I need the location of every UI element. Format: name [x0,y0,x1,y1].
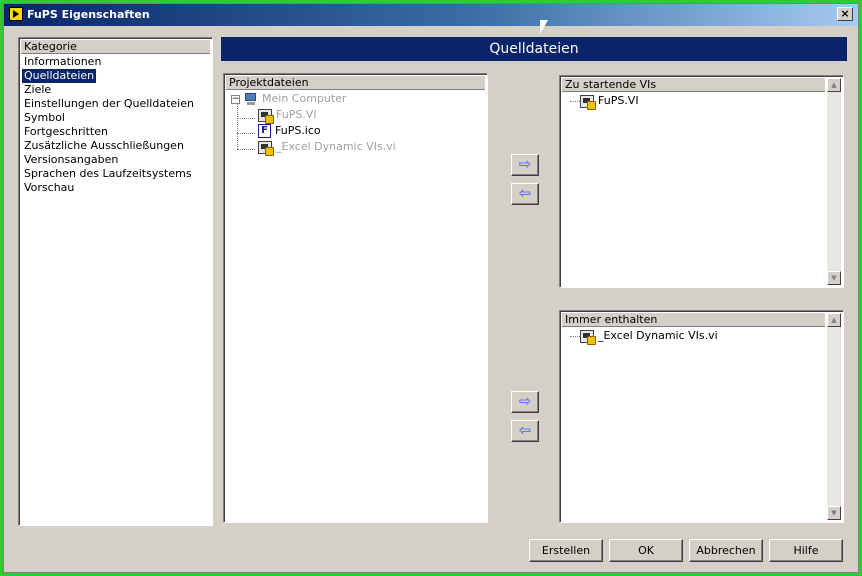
always-included-label: _Excel Dynamic VIs.vi [598,329,718,342]
category-item-quelldateien[interactable]: Quelldateien [22,69,97,83]
always-included-scrollbar[interactable]: ▲ ▼ [827,313,841,520]
tree-item-excel-dynamic-vis[interactable]: _Excel Dynamic VIs.vi [258,139,396,156]
add-to-always-included-button[interactable]: ⇨ [511,391,539,413]
labview-app-icon [9,7,23,21]
add-to-startup-button[interactable]: ⇨ [511,154,539,176]
startup-vi-label: FuPS.VI [598,94,639,107]
always-included-item[interactable]: _Excel Dynamic VIs.vi [580,328,718,345]
vi-icon [580,94,596,110]
tree-item-label: FuPS.ico [275,124,321,137]
category-item-ausschliessungen[interactable]: Zusätzliche Ausschließungen [22,139,186,153]
project-files-tree[interactable]: Projektdateien − Mein Computer FuPS.VI F… [223,73,488,523]
mouse-cursor-icon [540,20,548,34]
ok-button[interactable]: OK [609,539,683,562]
scroll-up-button[interactable]: ▲ [827,313,841,327]
vi-icon [580,329,596,345]
title-bar[interactable]: FuPS Eigenschaften × [4,4,858,26]
tree-connector [237,118,255,119]
section-title: Quelldateien [221,37,847,61]
properties-dialog: FuPS Eigenschaften × Kategorie Informati… [3,3,859,573]
scroll-down-button[interactable]: ▼ [827,271,841,285]
startup-vis-header: Zu startende VIs [562,78,825,92]
category-item-ziele[interactable]: Ziele [22,83,53,97]
always-included-list[interactable]: Immer enthalten _Excel Dynamic VIs.vi ▲ … [559,310,844,523]
tree-connector [570,101,580,102]
tree-connector [570,336,580,337]
help-button[interactable]: Hilfe [769,539,843,562]
close-button[interactable]: × [837,7,853,21]
tree-item-fups-vi[interactable]: FuPS.VI [258,107,317,124]
category-list[interactable]: Kategorie Informationen Quelldateien Zie… [18,37,213,526]
computer-icon [244,92,258,106]
vi-icon [258,140,274,156]
category-item-vorschau[interactable]: Vorschau [22,181,76,195]
tree-connector [237,103,238,149]
category-item-informationen[interactable]: Informationen [22,55,103,69]
tree-item-label: FuPS.VI [276,108,317,121]
tree-item-mein-computer[interactable]: Mein Computer [244,91,346,107]
category-item-einstellungen[interactable]: Einstellungen der Quelldateien [22,97,196,111]
tree-connector [237,149,255,150]
tree-item-label: Mein Computer [262,92,347,105]
file-f-icon: F [258,124,271,138]
category-item-versionsangaben[interactable]: Versionsangaben [22,153,120,167]
project-files-header: Projektdateien [226,76,485,90]
scroll-down-button[interactable]: ▼ [827,506,841,520]
cancel-button[interactable]: Abbrechen [689,539,763,562]
startup-vi-item[interactable]: FuPS.VI [580,93,639,110]
remove-from-always-included-button[interactable]: ⇦ [511,420,539,442]
remove-from-startup-button[interactable]: ⇦ [511,183,539,205]
category-item-symbol[interactable]: Symbol [22,111,67,125]
category-item-sprachen[interactable]: Sprachen des Laufzeitsystems [22,167,194,181]
category-header: Kategorie [21,40,210,54]
tree-item-label: _Excel Dynamic VIs.vi [276,140,396,153]
always-included-header: Immer enthalten [562,313,825,327]
category-item-fortgeschritten[interactable]: Fortgeschritten [22,125,110,139]
scroll-up-button[interactable]: ▲ [827,78,841,92]
window-title: FuPS Eigenschaften [27,8,150,21]
startup-vis-list[interactable]: Zu startende VIs FuPS.VI ▲ ▼ [559,75,844,288]
tree-collapse-toggle[interactable]: − [231,95,240,104]
startup-vis-scrollbar[interactable]: ▲ ▼ [827,78,841,285]
build-button[interactable]: Erstellen [529,539,603,562]
tree-connector [237,133,255,134]
vi-icon [258,108,274,124]
tree-item-fups-ico[interactable]: F FuPS.ico [258,123,321,139]
